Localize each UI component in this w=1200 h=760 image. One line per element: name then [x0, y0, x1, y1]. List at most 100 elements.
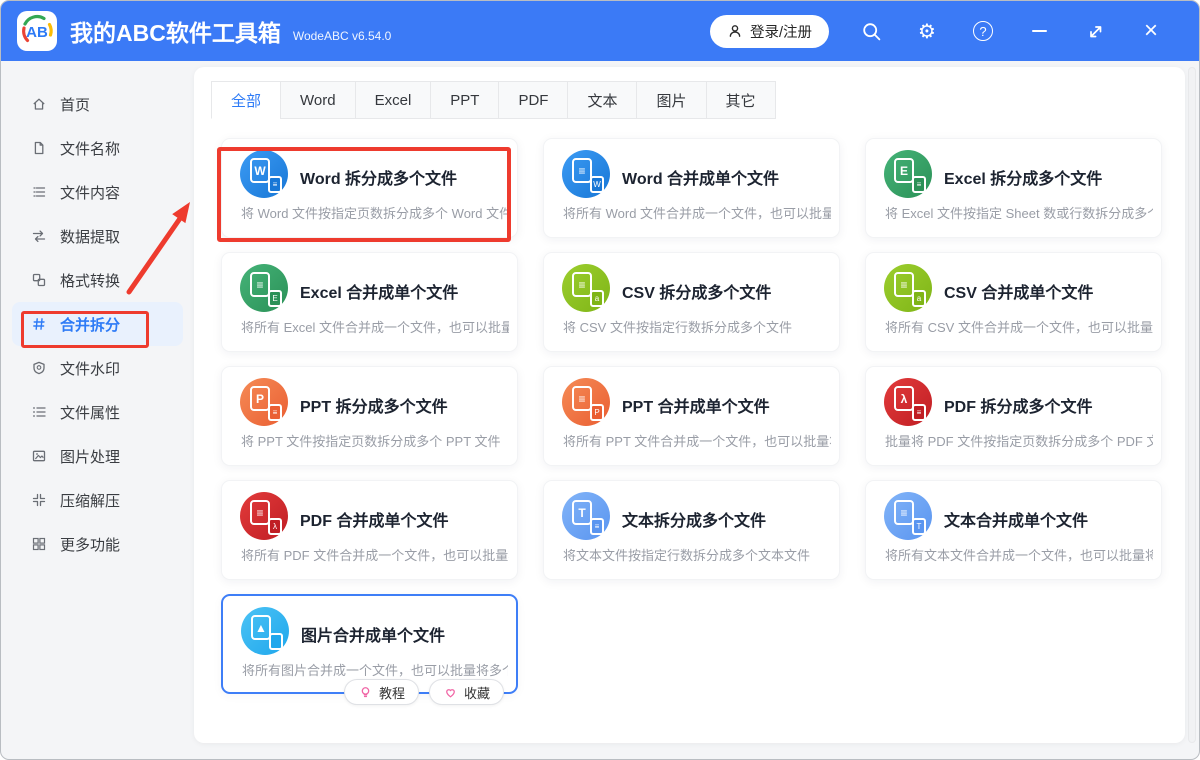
excel-merge-icon: ≡ E — [240, 264, 288, 312]
favorite-button[interactable]: 收藏 — [428, 679, 504, 705]
tab-image[interactable]: 图片 — [636, 81, 707, 119]
tool-card-title: PPT 合并成单个文件 — [622, 399, 770, 416]
minimize-button[interactable] — [1011, 11, 1067, 51]
title-bar: AB 我的ABC软件工具箱 WodeABC v6.54.0 登录/注册 ⚙ ? … — [1, 1, 1199, 61]
ppt-split-icon: P ≡ — [240, 378, 288, 426]
home-icon — [33, 98, 45, 110]
tool-card-csv-merge[interactable]: ≡ a CSV 合并成单个文件 将所有 CSV 文件合并成一个文件，也可以批量将… — [865, 252, 1162, 352]
sidebar-item-label: 文件名称 — [60, 140, 121, 158]
tool-card-text-split[interactable]: T ≡ 文本拆分成多个文件 将文本文件按指定行数拆分成多个文本文件 — [543, 480, 840, 580]
tool-card-desc: 将所有图片合并成一个文件，也可以批量将多个文 — [242, 663, 508, 678]
svg-text:AB: AB — [26, 24, 48, 41]
tab-excel[interactable]: Excel — [354, 81, 432, 119]
sidebar-item-label: 首页 — [60, 96, 91, 114]
user-icon — [729, 25, 741, 37]
tool-card-word-merge[interactable]: ≡ W Word 合并成单个文件 将所有 Word 文件合并成一个文件，也可以批… — [543, 138, 840, 238]
sidebar-item-file-content[interactable]: 文件内容 — [1, 170, 194, 214]
search-icon — [862, 22, 880, 40]
sidebar-item-home[interactable]: 首页 — [1, 82, 194, 126]
pdf-split-icon: λ ≡ — [884, 378, 932, 426]
search-button[interactable] — [843, 11, 899, 51]
close-button[interactable]: × — [1123, 11, 1179, 51]
more-features-icon — [32, 537, 46, 551]
tool-card-desc: 批量将 PDF 文件按指定页数拆分成多个 PDF 文件 — [885, 434, 1153, 449]
resize-icon — [1090, 26, 1102, 38]
sidebar-item-watermark[interactable]: 文件水印 — [1, 346, 194, 390]
sidebar-item-merge-split[interactable]: 合并拆分 — [12, 302, 183, 346]
sidebar-item-compress[interactable]: 压缩解压 — [1, 478, 194, 522]
sidebar-item-label: 图片处理 — [60, 448, 121, 466]
tool-card-ppt-merge[interactable]: ≡ P PPT 合并成单个文件 将所有 PPT 文件合并成一个文件，也可以批量将… — [543, 366, 840, 466]
tutorial-label: 教程 — [378, 685, 405, 701]
image-merge-icon: ▲ — [241, 607, 289, 655]
tool-card-title: 文本合并成单个文件 — [944, 513, 1089, 530]
help-icon: ? — [973, 21, 993, 41]
app-version: WodeABC v6.54.0 — [292, 28, 392, 43]
tool-card-csv-split[interactable]: ≡ a CSV 拆分成多个文件 将 CSV 文件按指定行数拆分成多个文件 — [543, 252, 840, 352]
sidebar-item-image-process[interactable]: 图片处理 — [1, 434, 194, 478]
sidebar-item-data-extract[interactable]: 数据提取 — [1, 214, 194, 258]
favorite-label: 收藏 — [463, 685, 490, 701]
tool-card-excel-split[interactable]: E ≡ Excel 拆分成多个文件 将 Excel 文件按指定 Sheet 数或… — [865, 138, 1162, 238]
tool-card-desc: 将所有 Excel 文件合并成一个文件，也可以批量将多 — [241, 320, 509, 335]
tool-card-desc: 将 CSV 文件按指定行数拆分成多个文件 — [563, 320, 792, 335]
tool-card-excel-merge[interactable]: ≡ E Excel 合并成单个文件 将所有 Excel 文件合并成一个文件，也可… — [221, 252, 518, 352]
sidebar-item-label: 格式转换 — [60, 272, 121, 290]
heart-icon — [446, 688, 455, 698]
tool-card-title: CSV 拆分成多个文件 — [622, 285, 772, 302]
tab-all[interactable]: 全部 — [211, 81, 282, 119]
card-hover-actions: 教程 收藏 — [343, 679, 504, 705]
file-props-icon — [33, 407, 46, 417]
tool-card-pdf-split[interactable]: λ ≡ PDF 拆分成多个文件 批量将 PDF 文件按指定页数拆分成多个 PDF… — [865, 366, 1162, 466]
tool-card-desc: 将 Excel 文件按指定 Sheet 数或行数拆分成多个 Exc — [885, 206, 1153, 221]
file-content-icon — [33, 187, 46, 197]
tool-card-pdf-merge[interactable]: ≡ λ PDF 合并成单个文件 将所有 PDF 文件合并成一个文件，也可以批量将… — [221, 480, 518, 580]
tab-ppt[interactable]: PPT — [430, 81, 500, 119]
lightbulb-icon — [361, 686, 370, 697]
help-button[interactable]: ? — [955, 11, 1011, 51]
sidebar-item-more-features[interactable]: 更多功能 — [1, 522, 194, 566]
sidebar-item-label: 更多功能 — [60, 536, 121, 554]
login-register-button[interactable]: 登录/注册 — [709, 14, 829, 48]
tool-card-desc: 将所有文本文件合并成一个文件，也可以批量将多 — [885, 548, 1153, 563]
csv-split-icon: ≡ a — [562, 264, 610, 312]
excel-split-icon: E ≡ — [884, 150, 932, 198]
tool-card-ppt-split[interactable]: P ≡ PPT 拆分成多个文件 将 PPT 文件按指定页数拆分成多个 PPT 文… — [221, 366, 518, 466]
sidebar-item-file-props[interactable]: 文件属性 — [1, 390, 194, 434]
vertical-scrollbar[interactable] — [1188, 67, 1196, 743]
tab-other[interactable]: 其它 — [705, 81, 776, 119]
sidebar: 首页 文件名称 文件内容 数据提取 格式转换 合并拆分 文件水印 文件属性 图片… — [1, 61, 194, 759]
word-merge-icon: ≡ W — [562, 150, 610, 198]
sidebar-item-label: 文件内容 — [60, 184, 121, 202]
content-panel: 全部 Word Excel PPT PDF 文本 图片 其它 W ≡ Word … — [194, 67, 1185, 743]
format-convert-icon — [32, 273, 46, 287]
tool-card-desc: 将文本文件按指定行数拆分成多个文本文件 — [563, 548, 811, 563]
compress-icon — [32, 493, 46, 507]
tool-card-image-merge[interactable]: ▲ 图片合并成单个文件 将所有图片合并成一个文件，也可以批量将多个文 教程 收藏 — [221, 594, 518, 705]
app-logo: AB — [17, 11, 57, 51]
tool-card-desc: 将 Word 文件按指定页数拆分成多个 Word 文件 — [241, 206, 509, 221]
merge-split-icon — [33, 318, 45, 330]
csv-merge-icon: ≡ a — [884, 264, 932, 312]
image-process-icon — [32, 450, 46, 462]
tool-card-title: Word 拆分成多个文件 — [300, 171, 458, 188]
sidebar-item-label: 文件水印 — [60, 360, 121, 378]
login-register-label: 登录/注册 — [749, 24, 812, 41]
tool-card-text-merge[interactable]: ≡ T 文本合并成单个文件 将所有文本文件合并成一个文件，也可以批量将多 — [865, 480, 1162, 580]
sidebar-item-format-convert[interactable]: 格式转换 — [1, 258, 194, 302]
pdf-merge-icon: ≡ λ — [240, 492, 288, 540]
tool-card-desc: 将所有 CSV 文件合并成一个文件，也可以批量将多 — [885, 320, 1153, 335]
file-name-icon — [34, 141, 44, 155]
tool-card-title: 文本拆分成多个文件 — [622, 513, 767, 530]
tool-card-title: CSV 合并成单个文件 — [944, 285, 1094, 302]
tutorial-button[interactable]: 教程 — [343, 679, 419, 705]
resize-button[interactable] — [1067, 11, 1123, 51]
tool-card-desc: 将所有 PPT 文件合并成一个文件，也可以批量将多 — [563, 434, 831, 449]
sidebar-item-file-name[interactable]: 文件名称 — [1, 126, 194, 170]
tab-text[interactable]: 文本 — [567, 81, 638, 119]
tab-pdf[interactable]: PDF — [498, 81, 569, 119]
tool-card-title: Word 合并成单个文件 — [622, 171, 780, 188]
tool-card-word-split[interactable]: W ≡ Word 拆分成多个文件 将 Word 文件按指定页数拆分成多个 Wor… — [221, 138, 518, 238]
tab-word[interactable]: Word — [280, 81, 356, 119]
settings-button[interactable]: ⚙ — [899, 11, 955, 51]
